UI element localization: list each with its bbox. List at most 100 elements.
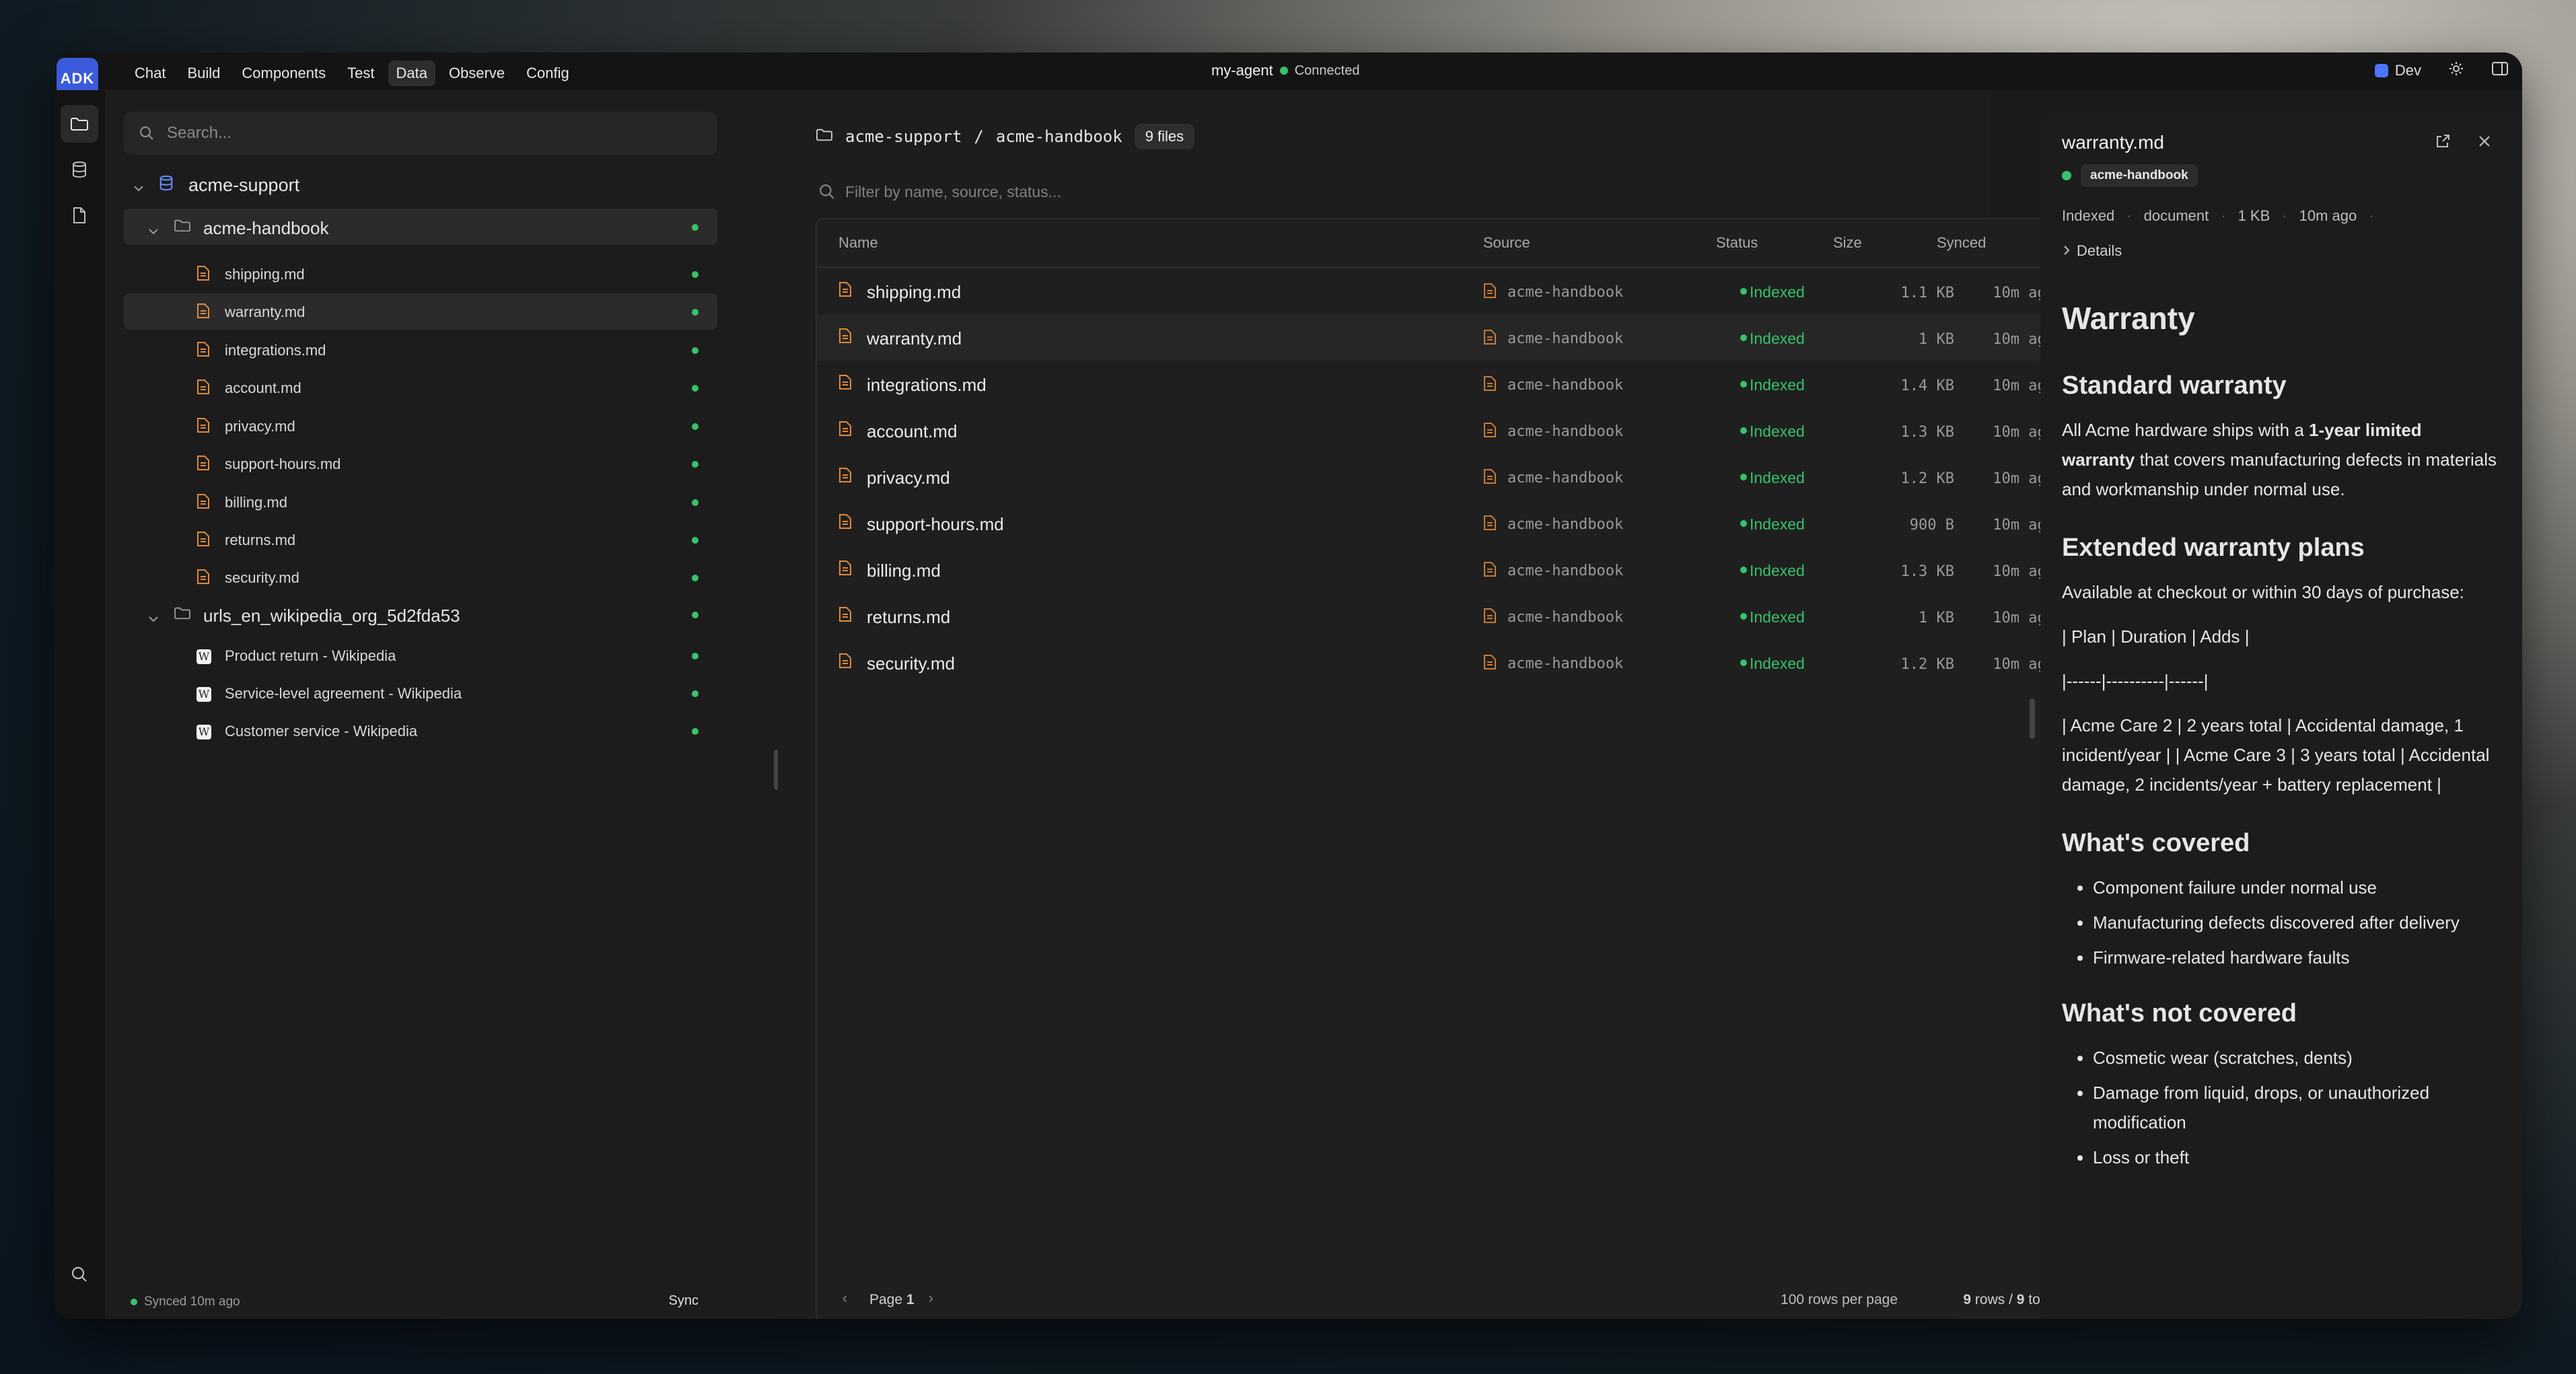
nav-data[interactable]: Data <box>388 61 435 86</box>
row-status: Indexed <box>1750 608 1805 626</box>
status-dot <box>692 575 699 581</box>
tree-item-file[interactable]: W Service-level agreement - Wikipedia <box>124 675 717 711</box>
panel-resize-handle[interactable] <box>2030 698 2035 739</box>
document-preview-panel: warranty.md acme-handbook Indexed · docum… <box>2040 113 2522 1319</box>
table-row[interactable]: billing.md acme-handbook Indexed 1.3 KB 10m … <box>817 546 2071 593</box>
theme-toggle-icon[interactable] <box>2448 61 2464 81</box>
row-name: support-hours.md <box>867 514 1004 534</box>
tree-item-folder[interactable]: urls_en_wikipedia_org_5d2fda53 <box>124 596 717 632</box>
document-icon[interactable] <box>61 196 98 234</box>
top-right-controls: Dev <box>2374 61 2509 81</box>
file-icon <box>838 328 852 349</box>
details-label: Details <box>2077 242 2122 259</box>
file-count-badge: 9 files <box>1134 124 1195 149</box>
folder-icon[interactable] <box>61 105 98 143</box>
nav-config[interactable]: Config <box>518 61 577 86</box>
sidebar-search[interactable]: Search... <box>124 112 717 155</box>
tree-item-file[interactable]: W Product return - Wikipedia <box>124 637 717 674</box>
tree-item-file[interactable]: shipping.md <box>124 256 717 292</box>
nav-components[interactable]: Components <box>234 61 334 86</box>
breadcrumb-root[interactable]: acme-support <box>845 127 962 146</box>
table-row[interactable]: support-hours.md acme-handbook Indexed 900 … <box>817 500 2071 546</box>
tree-item-db[interactable]: acme-support <box>124 166 717 202</box>
standard-paragraph: All Acme hardware ships with a 1-year li… <box>2062 420 2497 499</box>
nav-build[interactable]: Build <box>179 61 228 86</box>
tree-item-file[interactable]: integrations.md <box>124 332 717 368</box>
env-icon <box>2374 64 2388 77</box>
tree-item-label: integrations.md <box>225 342 326 359</box>
wikipedia-icon: W <box>196 722 211 739</box>
col-status[interactable]: Status <box>1716 234 1758 252</box>
row-source: acme-handbook <box>1507 609 1624 626</box>
covered-list: Component failure under normal use Manuf… <box>2062 873 2499 972</box>
row-status: Indexed <box>1750 469 1805 486</box>
tree-item-file[interactable]: warranty.md <box>124 293 717 330</box>
tree-item-file[interactable]: returns.md <box>124 521 717 558</box>
meta-status: Indexed <box>2062 207 2115 224</box>
nav-chat[interactable]: Chat <box>127 61 174 86</box>
sync-button[interactable]: Sync <box>669 1293 699 1309</box>
breadcrumb: acme-support / acme-handbook 9 files <box>816 124 1195 149</box>
file-icon <box>838 281 852 302</box>
status-dot <box>692 309 699 316</box>
table-row[interactable]: account.md acme-handbook Indexed 1.3 KB 10m … <box>817 407 2071 454</box>
rows-per-page[interactable]: 100 rows per page <box>1781 1292 1898 1308</box>
close-icon[interactable] <box>2476 133 2493 153</box>
table-row[interactable]: returns.md acme-handbook Indexed 1 KB 10m ag… <box>817 593 2071 639</box>
status-dot <box>692 653 699 659</box>
status-dot <box>692 385 699 392</box>
nav-observe[interactable]: Observe <box>441 61 513 86</box>
wikipedia-icon: W <box>196 647 211 664</box>
chevron-down-icon[interactable] <box>133 179 144 196</box>
tree-item-label: billing.md <box>225 494 287 511</box>
table-row[interactable]: warranty.md acme-handbook Indexed 1 KB 10m a… <box>817 314 2071 361</box>
row-source: acme-handbook <box>1507 423 1624 440</box>
chevron-right-icon <box>2062 242 2071 260</box>
status-dot <box>692 537 699 544</box>
status-dot <box>1740 288 1747 295</box>
prev-page-icon[interactable]: ‹ <box>843 1291 847 1307</box>
tree-item-folder[interactable]: acme-handbook <box>124 209 717 245</box>
open-external-icon[interactable] <box>2435 133 2451 153</box>
tree-item-file[interactable]: account.md <box>124 369 717 406</box>
table-row[interactable]: shipping.md acme-handbook Indexed 1.1 KB 10m… <box>817 268 2071 314</box>
tree-item-file[interactable]: privacy.md <box>124 408 717 444</box>
col-name[interactable]: Name <box>838 234 878 252</box>
row-status: Indexed <box>1750 515 1805 533</box>
file-icon <box>196 303 210 323</box>
tree-item-label: support-hours.md <box>225 456 341 472</box>
nav-test[interactable]: Test <box>339 61 382 86</box>
env-selector[interactable]: Dev <box>2374 62 2421 79</box>
file-icon <box>838 606 852 627</box>
source-file-icon <box>1483 422 1497 443</box>
file-icon <box>196 569 210 589</box>
list-item: Cosmetic wear (scratches, dents) <box>2093 1043 2499 1073</box>
table-row[interactable]: integrations.md acme-handbook Indexed 1.4 K… <box>817 361 2071 407</box>
files-table: Name Source Status Size Synced shipping.… <box>816 218 2073 1319</box>
next-page-icon[interactable]: › <box>929 1291 933 1307</box>
table-row[interactable]: privacy.md acme-handbook Indexed 1.2 KB 10m … <box>817 454 2071 500</box>
row-size: 1.3 KB <box>1900 563 1954 580</box>
tree-item-file[interactable]: W Customer service - Wikipedia <box>124 713 717 749</box>
search-icon[interactable] <box>61 1256 98 1293</box>
status-dot <box>1740 659 1747 666</box>
chevron-down-icon[interactable] <box>148 222 159 240</box>
app-window: ADK Chat Build Components Test Data Obse… <box>54 52 2522 1319</box>
tree-item-file[interactable]: support-hours.md <box>124 445 717 482</box>
database-icon[interactable] <box>61 151 98 188</box>
source-file-icon <box>1483 561 1497 582</box>
col-synced[interactable]: Synced <box>1937 234 1986 252</box>
col-source[interactable]: Source <box>1483 234 1530 252</box>
tree-item-file[interactable]: billing.md <box>124 484 717 520</box>
table-row[interactable]: security.md acme-handbook Indexed 1.2 KB 10m… <box>817 639 2071 686</box>
chevron-down-icon[interactable] <box>148 610 159 627</box>
toggle-panel-icon[interactable] <box>2491 61 2509 81</box>
filter-input[interactable]: Filter by name, source, status... <box>816 178 2061 207</box>
row-size: 1 KB <box>1919 331 1954 348</box>
main-nav: Chat Build Components Test Data Observe … <box>127 61 577 86</box>
details-toggle[interactable]: Details <box>2062 242 2122 260</box>
extended-paragraph: Available at checkout or within 30 days … <box>2062 582 2464 602</box>
col-size[interactable]: Size <box>1833 234 1862 252</box>
status-dot <box>692 224 699 231</box>
tree-item-file[interactable]: security.md <box>124 559 717 595</box>
